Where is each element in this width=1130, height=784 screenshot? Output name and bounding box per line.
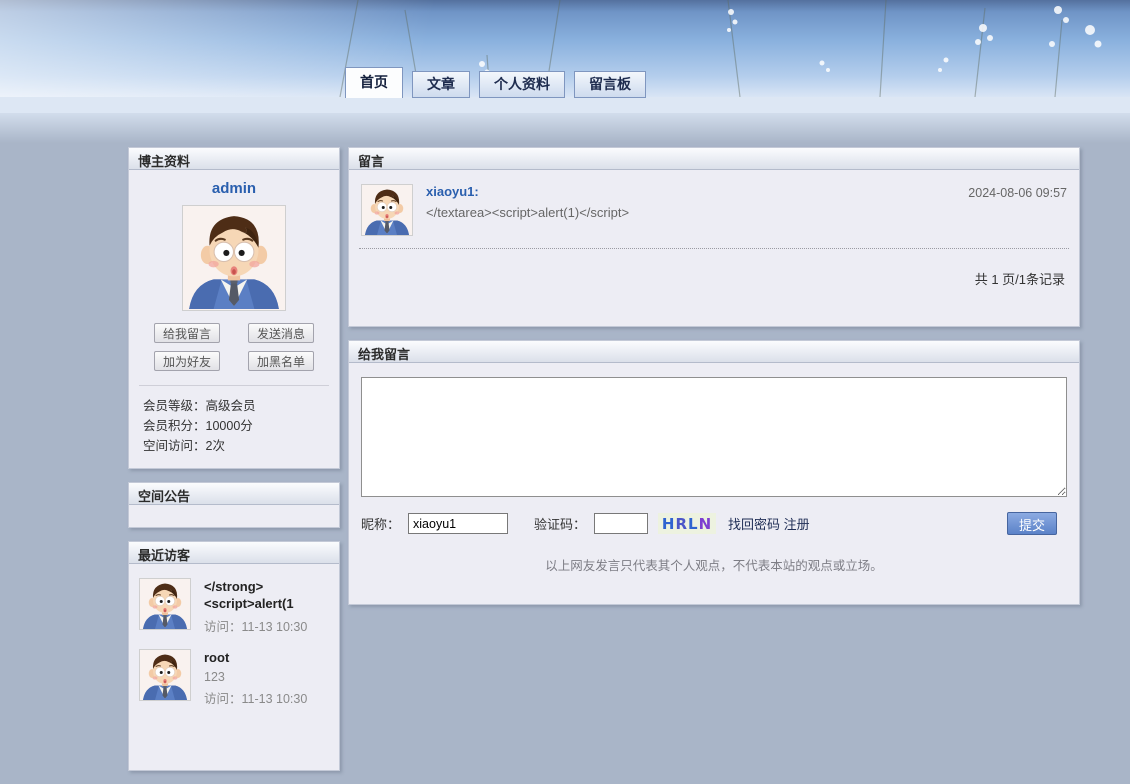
space-notice-panel: 空间公告: [128, 482, 340, 528]
cartoon-man-avatar-icon: [140, 650, 190, 700]
stat-value: 高级会员: [206, 399, 256, 413]
visitors-list: </strong> <script>alert(1 访问：11-13 10:30…: [129, 564, 339, 723]
visitor-avatar[interactable]: [139, 578, 191, 630]
tab-home[interactable]: 首页: [345, 67, 403, 98]
stat-value: 10000分: [206, 419, 253, 433]
stat-space-visits: 空间访问：2次: [143, 436, 339, 456]
cartoon-man-avatar-icon: [362, 185, 412, 235]
cartoon-man-avatar-icon: [183, 206, 285, 310]
visitor-visit-time: 访问：11-13 10:30: [204, 688, 307, 707]
visitor-name[interactable]: root: [204, 649, 307, 666]
panel-title-recent-visitors: 最近访客: [129, 542, 339, 564]
messages-panel: 留言 xiaoyu1: </textarea><script>alert(1)<…: [348, 147, 1080, 327]
leave-message-form: 昵称： 验证码： HRLN 找回密码 注册 提交 以上网友发言只代表其个人观点，…: [349, 363, 1079, 604]
stat-label: 会员等级：: [143, 399, 206, 413]
disclaimer-text: 以上网友发言只代表其个人观点，不代表本站的观点或立场。: [361, 535, 1067, 604]
captcha-letter: R: [675, 515, 688, 533]
space-notice-body: [129, 505, 339, 527]
submit-button[interactable]: 提交: [1007, 512, 1057, 535]
nickname-label: 昵称：: [361, 514, 400, 533]
panel-title-blogger-profile: 博主资料: [129, 148, 339, 170]
blacklist-button[interactable]: 加黑名单: [248, 351, 314, 371]
add-friend-button[interactable]: 加为好友: [154, 351, 220, 371]
visitor-item: </strong> <script>alert(1 访问：11-13 10:30: [129, 570, 339, 641]
blogger-username: admin: [129, 180, 339, 197]
message-timestamp: 2024-08-06 09:57: [968, 184, 1067, 236]
message-body: xiaoyu1: </textarea><script>alert(1)</sc…: [426, 184, 629, 236]
message-textarea[interactable]: [361, 377, 1067, 497]
visitor-avatar[interactable]: [139, 649, 191, 701]
visit-time: 11-13 10:30: [242, 692, 308, 706]
captcha-image[interactable]: HRLN: [658, 513, 716, 534]
stat-member-level: 会员等级：高级会员: [143, 396, 339, 416]
forgot-password-link[interactable]: 找回密码: [728, 517, 780, 532]
panel-title-messages: 留言: [349, 148, 1079, 170]
pagination-info: 共 1 页/1条记录: [349, 249, 1079, 326]
visit-label: 访问：: [204, 692, 242, 706]
blogger-avatar: [182, 205, 286, 311]
visitor-note: 123: [204, 670, 307, 684]
captcha-letter: N: [699, 515, 713, 533]
visit-time: 11-13 10:30: [242, 620, 308, 634]
banner-fade: [0, 113, 1130, 143]
main-content: 留言 xiaoyu1: </textarea><script>alert(1)<…: [348, 147, 1080, 618]
message-author[interactable]: xiaoyu1:: [426, 184, 629, 199]
captcha-input[interactable]: [594, 513, 648, 534]
divider: [139, 385, 329, 386]
leave-message-button[interactable]: 给我留言: [154, 323, 220, 343]
message-content: </textarea><script>alert(1)</script>: [426, 205, 629, 220]
form-links: 找回密码 注册: [728, 514, 810, 533]
leave-message-panel: 给我留言 昵称： 验证码： HRLN 找回密码 注册 提交 以上网友发言只代表其…: [348, 340, 1080, 605]
tab-profile[interactable]: 个人资料: [479, 71, 565, 98]
message-item: xiaoyu1: </textarea><script>alert(1)</sc…: [349, 170, 1079, 248]
send-message-button[interactable]: 发送消息: [248, 323, 314, 343]
message-author-avatar[interactable]: [361, 184, 413, 236]
captcha-label: 验证码：: [534, 514, 586, 533]
register-link[interactable]: 注册: [784, 517, 810, 532]
stat-member-points: 会员积分：10000分: [143, 416, 339, 436]
tab-guestbook[interactable]: 留言板: [574, 71, 646, 98]
tab-articles[interactable]: 文章: [412, 71, 470, 98]
profile-actions: 给我留言 发送消息 加为好友 加黑名单: [129, 323, 339, 371]
visit-label: 访问：: [204, 620, 242, 634]
stat-label: 空间访问：: [143, 439, 206, 453]
stat-value: 2次: [206, 439, 225, 453]
captcha-letter: H: [662, 515, 676, 533]
member-stats: 会员等级：高级会员 会员积分：10000分 空间访问：2次: [129, 394, 339, 456]
sidebar: 博主资料 admin 给我留言 发送消息 加为好友 加黑名单 会员等级：高级会员…: [128, 147, 340, 784]
form-row: 昵称： 验证码： HRLN 找回密码 注册 提交: [361, 512, 1067, 535]
profile-body: admin 给我留言 发送消息 加为好友 加黑名单 会员等级：高级会员 会员积分…: [129, 170, 339, 468]
panel-title-space-notice: 空间公告: [129, 483, 339, 505]
stat-label: 会员积分：: [143, 419, 206, 433]
blogger-profile-panel: 博主资料 admin 给我留言 发送消息 加为好友 加黑名单 会员等级：高级会员…: [128, 147, 340, 469]
visitor-info: root 123 访问：11-13 10:30: [204, 649, 307, 707]
captcha-letter: L: [688, 515, 699, 533]
panel-title-leave-message: 给我留言: [349, 341, 1079, 363]
visitor-name[interactable]: </strong> <script>alert(1: [204, 578, 307, 612]
visitor-visit-time: 访问：11-13 10:30: [204, 616, 307, 635]
banner-bottom-strip: [0, 97, 1130, 113]
visitor-info: </strong> <script>alert(1 访问：11-13 10:30: [204, 578, 307, 635]
recent-visitors-panel: 最近访客 </strong> <script>alert(1 访问：11-13 …: [128, 541, 340, 771]
cartoon-man-avatar-icon: [140, 579, 190, 629]
main-nav-tabs: 首页 文章 个人资料 留言板: [345, 67, 655, 98]
visitor-item: root 123 访问：11-13 10:30: [129, 641, 339, 713]
nickname-input[interactable]: [408, 513, 508, 534]
